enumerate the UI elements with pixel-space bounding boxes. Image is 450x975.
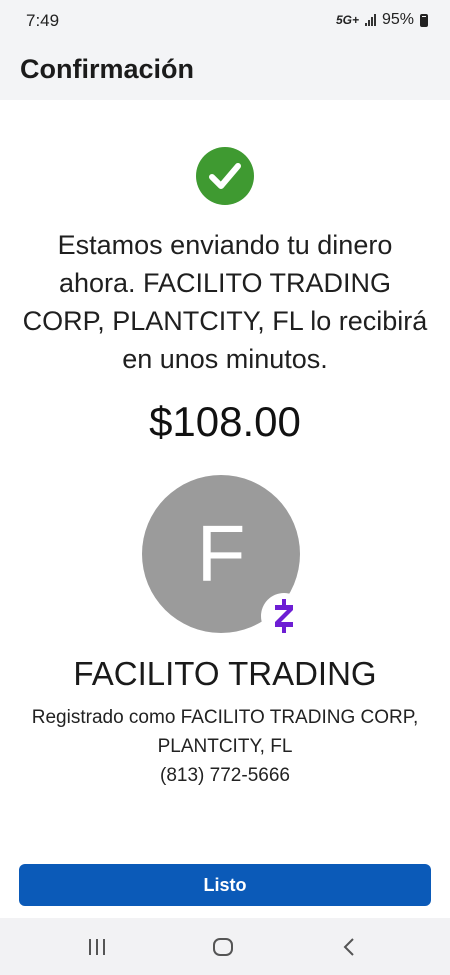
recipient-phone: (813) 772-5666 [160, 765, 290, 786]
home-icon[interactable] [203, 934, 243, 960]
registered-line-2: PLANTCITY, FL [157, 736, 293, 757]
amount: $108.00 [149, 398, 301, 445]
status-bar: 7:49 5G+ 95% [0, 0, 450, 44]
confirmation-message: Estamos enviando tu dinero ahora. FACILI… [22, 230, 428, 374]
page-title: Confirmación [20, 54, 195, 84]
zelle-icon [261, 593, 307, 639]
recipient-name: FACILITO TRADING [73, 655, 377, 692]
system-nav-bar [0, 918, 450, 975]
status-indicators: 5G+ 95% [336, 11, 428, 29]
check-circle-icon [196, 147, 254, 205]
recipient-details: Registrado como FACILITO TRADING CORP, P… [0, 703, 450, 790]
battery-icon [420, 13, 428, 27]
done-button[interactable]: Listo [19, 864, 431, 906]
signal-icon [364, 14, 376, 26]
recent-apps-icon[interactable] [77, 934, 117, 960]
back-icon[interactable] [329, 934, 369, 960]
network-type: 5G+ [335, 13, 359, 27]
battery-percent: 95% [381, 11, 414, 28]
registered-line-1: Registrado como FACILITO TRADING CORP, [31, 707, 419, 728]
status-time: 7:49 [26, 11, 60, 30]
app-bar: Confirmación [0, 44, 450, 100]
avatar-letter: F [196, 509, 246, 598]
